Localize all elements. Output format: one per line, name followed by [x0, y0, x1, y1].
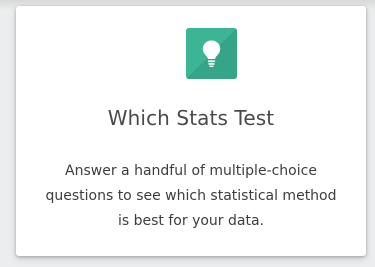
description-line: Answer a handful of multiple-choice — [65, 163, 317, 179]
lightbulb-icon — [186, 28, 237, 79]
card-description: Answer a handful of multiple-choice ques… — [16, 159, 366, 234]
lightbulb-icon-glyph — [202, 40, 221, 67]
description-line: is best for your data. — [118, 213, 264, 229]
card-title: Which Stats Test — [107, 106, 275, 130]
which-stats-test-card[interactable]: Which Stats Test Answer a handful of mul… — [16, 6, 366, 256]
description-line: questions to see which statistical metho… — [45, 188, 337, 204]
